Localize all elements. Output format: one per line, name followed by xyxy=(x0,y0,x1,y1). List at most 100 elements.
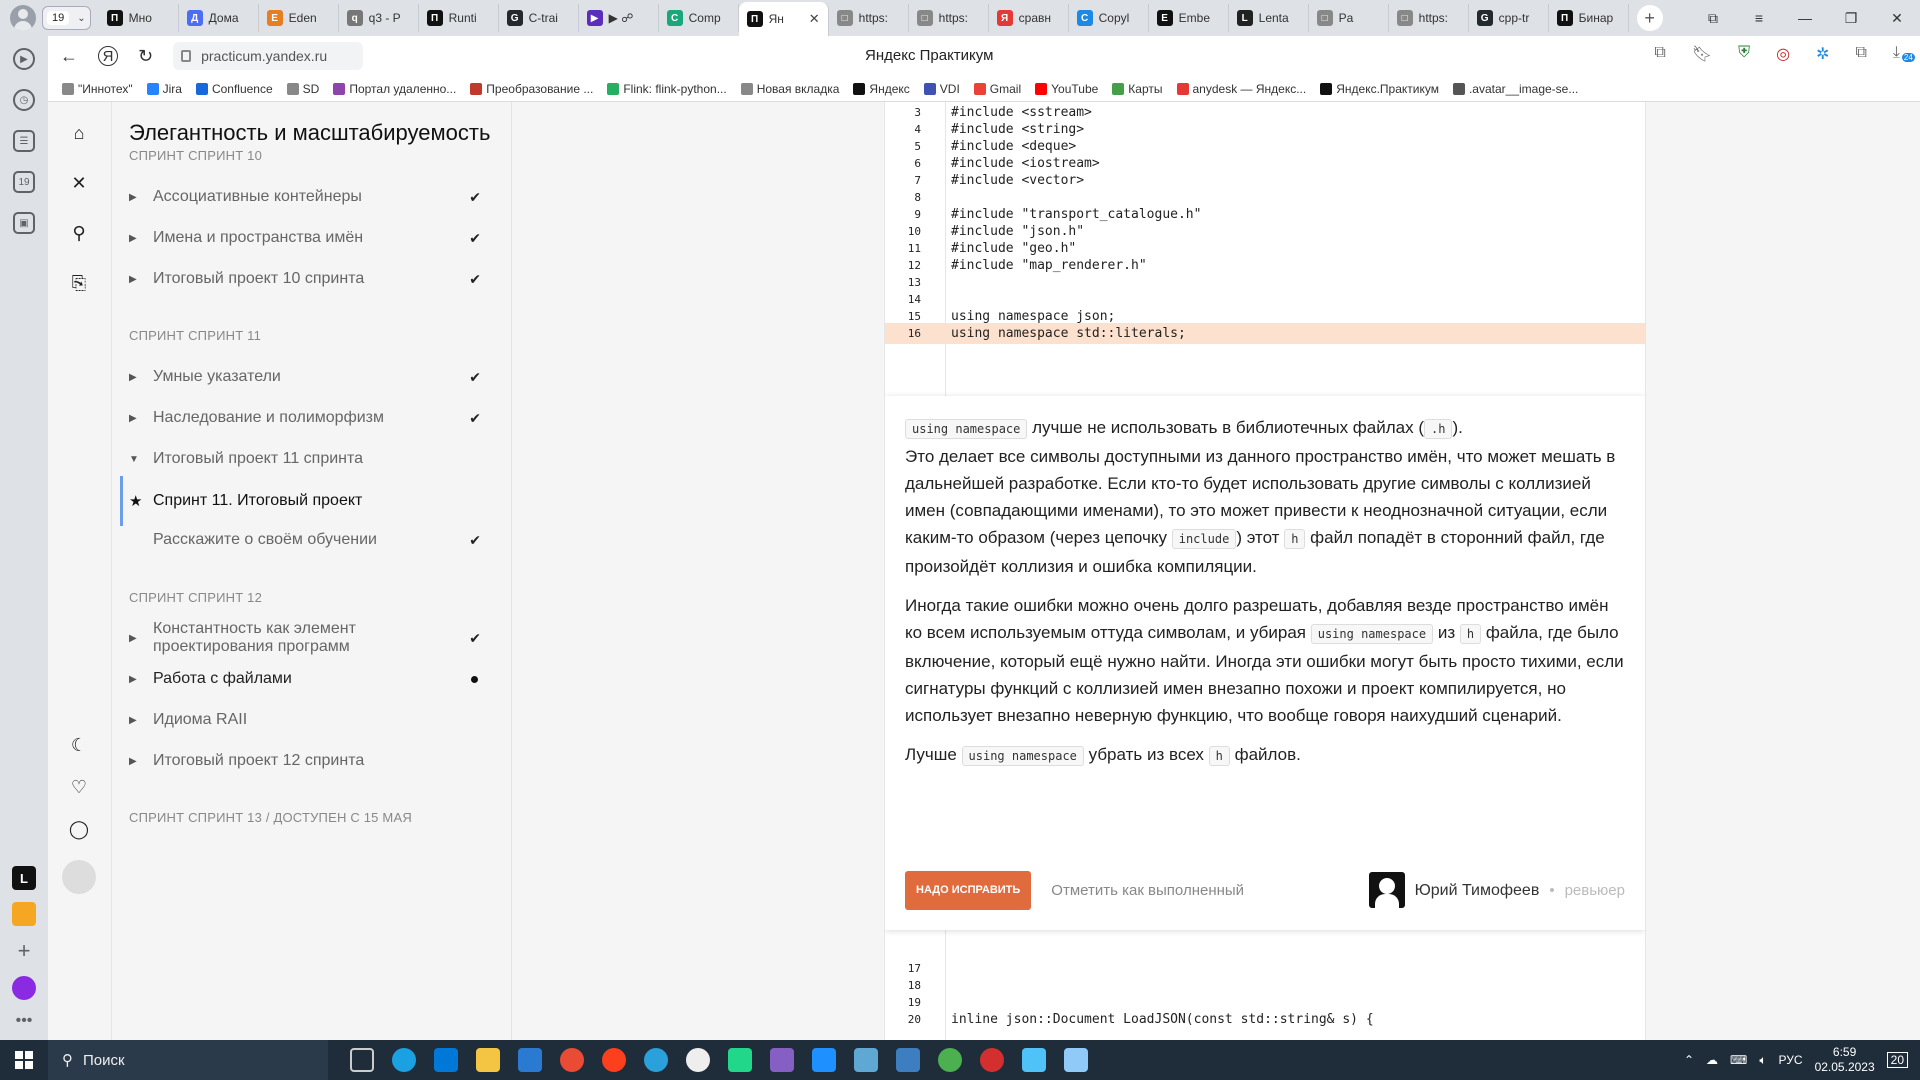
calendar-icon[interactable]: 19 xyxy=(13,171,35,193)
tab-search-icon[interactable]: ⧉ xyxy=(1690,10,1736,27)
browser-tab[interactable]: Ясравн xyxy=(989,4,1069,32)
notes-icon[interactable]: ☰ xyxy=(13,130,35,152)
browser-tab[interactable]: G C-trai xyxy=(499,4,579,32)
app-icon[interactable] xyxy=(1022,1048,1046,1072)
browser-tab[interactable]: C Copyl xyxy=(1069,4,1149,32)
visual-studio-icon[interactable] xyxy=(770,1048,794,1072)
notepad-icon[interactable] xyxy=(1064,1048,1088,1072)
bookmark-item[interactable]: VDI xyxy=(923,82,960,96)
bookmark-item[interactable]: "Иннотех" xyxy=(62,82,133,96)
toc-lesson[interactable]: ▶ Идиома RAII xyxy=(129,711,509,729)
toc-lesson[interactable]: ▶ Работа с файлами xyxy=(129,670,509,688)
volume-icon[interactable]: 🔈︎ xyxy=(1759,1053,1766,1068)
bookmark-item[interactable]: YouTube xyxy=(1035,82,1098,96)
bookmark-item[interactable]: Преобразование ... xyxy=(470,82,593,96)
browser-tab[interactable]: E Eden xyxy=(259,4,339,32)
add-panel-icon[interactable]: + xyxy=(18,938,31,964)
browser-tab[interactable]: П Runti xyxy=(419,4,499,32)
toc-lesson[interactable]: ▶ Наследование и полиморфизм ✔ xyxy=(129,409,509,427)
needs-fix-button[interactable]: НАДО ИСПРАВИТЬ xyxy=(905,870,1032,910)
play-icon[interactable]: ▶ xyxy=(13,48,35,70)
home-icon[interactable]: ⌂ xyxy=(68,122,90,144)
back-icon[interactable]: ← xyxy=(60,46,78,67)
chat-icon[interactable]: ◯ xyxy=(68,818,90,840)
pycharm-icon[interactable] xyxy=(728,1048,752,1072)
cloud-icon[interactable]: ☁ xyxy=(1706,1053,1718,1067)
bookmark-item[interactable]: SD xyxy=(286,82,319,96)
colorful-extension-icon[interactable]: ✲ xyxy=(1816,44,1829,64)
url-field[interactable]: practicum.yandex.ru xyxy=(173,42,364,70)
taskbar-search[interactable]: ⚲ Поиск xyxy=(48,1040,328,1080)
mail-icon[interactable] xyxy=(518,1048,542,1072)
toc-lesson[interactable]: ▶ Итоговый проект 12 спринта xyxy=(129,752,509,770)
browser-tab[interactable]: П Мно xyxy=(99,4,179,32)
reload-icon[interactable]: ↻ xyxy=(138,46,153,67)
toc-lesson[interactable]: ▼ Итоговый проект 11 спринта xyxy=(129,450,509,468)
toc-lesson[interactable]: ▶ Имена и пространства имён ✔ xyxy=(129,229,509,247)
code-line[interactable]: 16 using namespace std::literals; xyxy=(885,323,1645,344)
browser-tab[interactable]: □ https: xyxy=(829,4,909,32)
translate-icon[interactable]: ⧉ xyxy=(1654,44,1665,64)
history-icon[interactable]: ◷ xyxy=(13,89,35,111)
close-window-button[interactable]: ✕ xyxy=(1874,10,1920,27)
bookmark-icon[interactable]: 🔖︎ xyxy=(1692,44,1712,64)
edge-icon[interactable] xyxy=(392,1048,416,1072)
bookmark-item[interactable]: Портал удаленно... xyxy=(333,82,456,96)
close-icon[interactable]: ✕ xyxy=(68,172,90,194)
yandex-icon[interactable]: Я xyxy=(98,46,118,66)
bookmark-item[interactable]: Яндекс.Практикум xyxy=(1320,82,1439,96)
toc-lesson[interactable]: Расскажите о своём обучении ✔ xyxy=(129,531,509,549)
search-icon[interactable]: ⚲ xyxy=(68,222,90,244)
telegram-icon[interactable] xyxy=(644,1048,668,1072)
remote-desktop-icon[interactable] xyxy=(854,1048,878,1072)
notifications-icon[interactable]: 20 xyxy=(1886,1052,1908,1068)
toc-lesson[interactable]: ▶ Итоговый проект 10 спринта ✔ xyxy=(129,270,509,288)
yandex-icon[interactable] xyxy=(602,1048,626,1072)
mark-done-link[interactable]: Отметить как выполненный xyxy=(1051,877,1244,904)
yandex-browser-icon[interactable] xyxy=(560,1048,584,1072)
browser-tab[interactable]: ▶ ▶ ☍ xyxy=(579,4,659,32)
alice-icon[interactable] xyxy=(12,976,36,1000)
extension-icon[interactable]: ◎ xyxy=(1776,44,1790,64)
bookmark-item[interactable]: Новая вкладка xyxy=(740,82,839,96)
browser-tab[interactable]: q q3 - P xyxy=(339,4,419,32)
bookmark-item[interactable]: Gmail xyxy=(973,82,1021,96)
heart-icon[interactable]: ♡ xyxy=(68,776,90,798)
toc-lesson[interactable]: ▶ Ассоциативные контейнеры ✔ xyxy=(129,188,509,206)
language-indicator[interactable]: РУС xyxy=(1779,1053,1803,1067)
bookmark-item[interactable]: Jira xyxy=(146,82,182,96)
windows-start-icon[interactable] xyxy=(0,1040,48,1080)
screenshot-icon[interactable]: ▣ xyxy=(13,212,35,234)
explorer-icon[interactable] xyxy=(476,1048,500,1072)
chevron-up-icon[interactable]: ⌃ xyxy=(1684,1053,1694,1067)
tab-group-chip[interactable]: 19 ⌄ xyxy=(42,6,91,30)
minimize-button[interactable]: — xyxy=(1782,10,1828,26)
new-tab-button[interactable]: + xyxy=(1636,5,1663,31)
bookmark-icon[interactable]: ⎘ xyxy=(68,272,90,294)
rdp-icon[interactable] xyxy=(896,1048,920,1072)
moon-icon[interactable]: ☾ xyxy=(68,734,90,756)
browser-tab[interactable]: C Comp xyxy=(659,4,739,32)
network-icon[interactable]: ⌨ xyxy=(1730,1053,1747,1067)
close-tab-icon[interactable]: ✕ xyxy=(809,11,820,27)
browser-tab[interactable]: E Embe xyxy=(1149,4,1229,32)
browser-tab[interactable]: L Lenta xyxy=(1229,4,1309,32)
browser-tab[interactable]: Gcpp-tr xyxy=(1469,4,1549,32)
mail-icon[interactable] xyxy=(12,902,36,926)
browser-tab[interactable]: П Бинар xyxy=(1549,4,1629,32)
clock[interactable]: 6:59 02.05.2023 xyxy=(1815,1045,1875,1075)
toc-lesson[interactable]: ★ Спринт 11. Итоговый проект xyxy=(120,476,510,526)
collections-icon[interactable]: ⧉ xyxy=(1855,44,1866,64)
user-avatar[interactable] xyxy=(62,860,96,894)
bookmark-item[interactable]: .avatar__image-se... xyxy=(1452,82,1578,96)
downloads-icon[interactable]: ⤓ 24 xyxy=(1893,44,1915,64)
browser-tab[interactable]: □ https: xyxy=(1389,4,1469,32)
app-icon[interactable] xyxy=(812,1048,836,1072)
chrome-icon[interactable] xyxy=(938,1048,962,1072)
bookmark-item[interactable]: Flink: flink-python... xyxy=(607,82,727,96)
code-line[interactable]: 20 inline json::Document LoadJSON(const s… xyxy=(885,1009,1645,1030)
yandex-music-icon[interactable] xyxy=(686,1048,710,1072)
maximize-button[interactable]: ❐ xyxy=(1828,10,1874,27)
bookmark-item[interactable]: Яндекс xyxy=(853,82,910,96)
bookmark-item[interactable]: anydesk — Яндекс... xyxy=(1176,82,1306,96)
